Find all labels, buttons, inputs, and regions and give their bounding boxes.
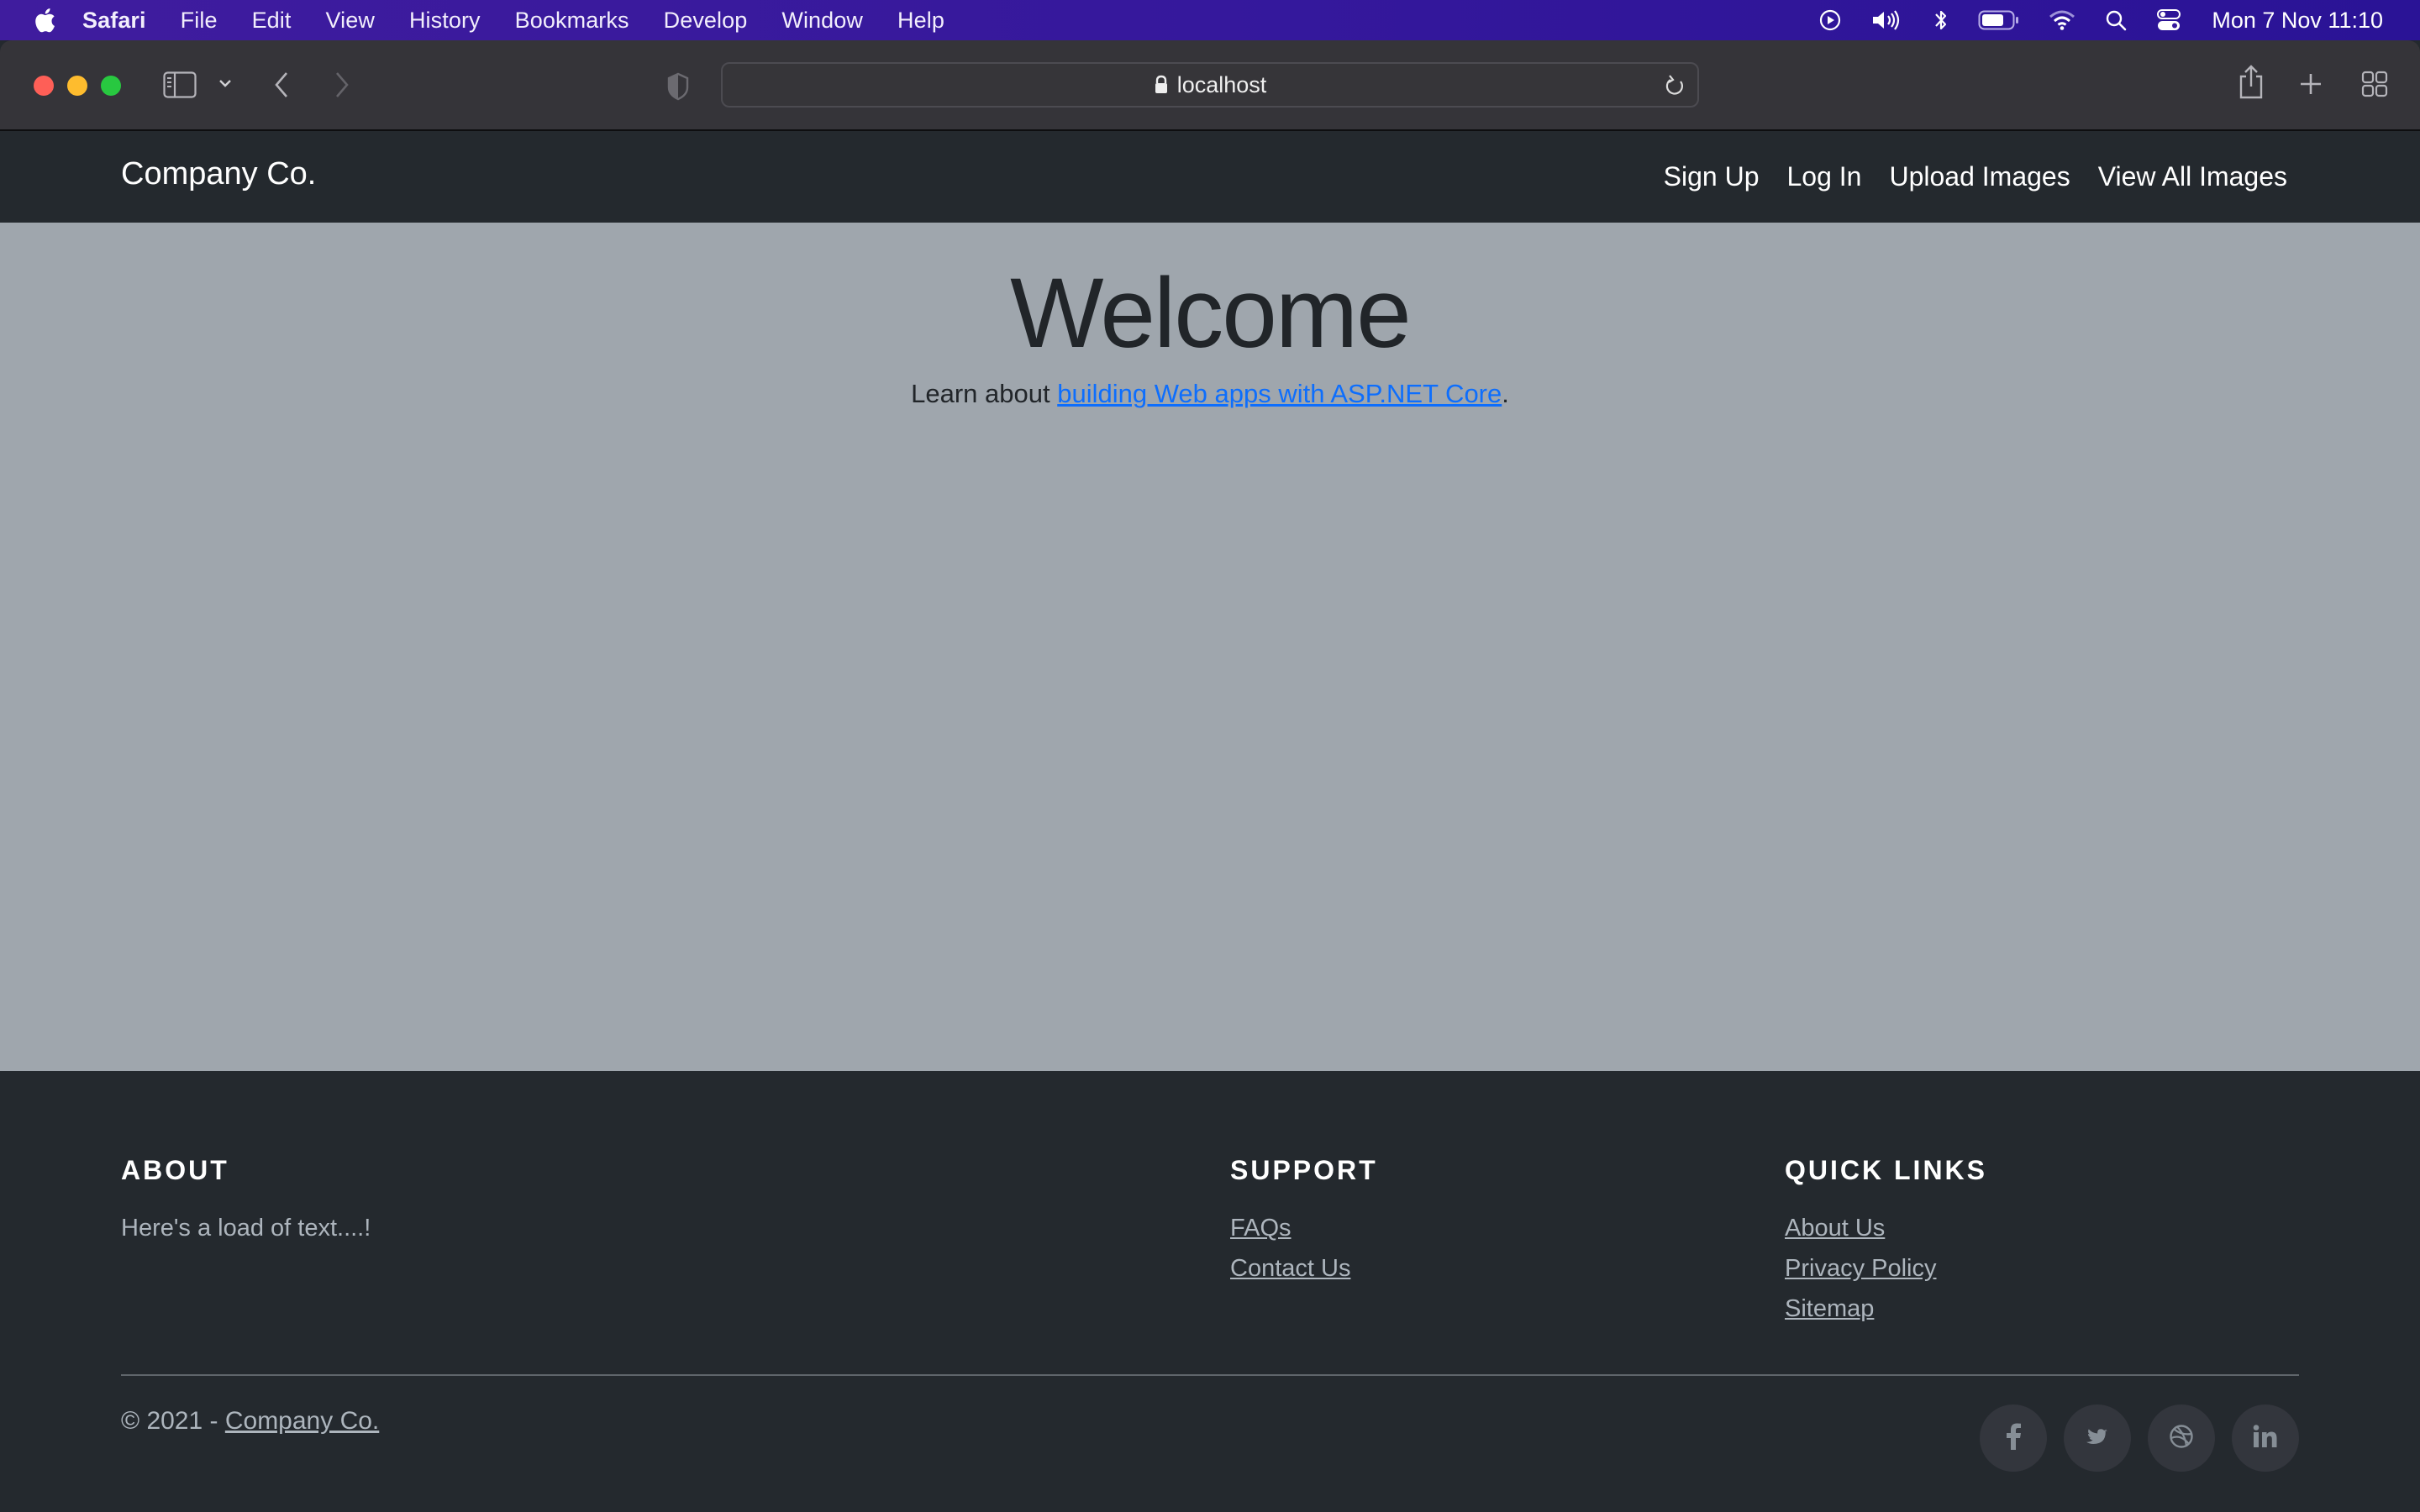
page-title: Welcome xyxy=(1010,258,1412,369)
site-footer: ABOUT Here's a load of text....! SUPPORT… xyxy=(0,1071,2420,1512)
lock-icon xyxy=(1154,75,1169,95)
control-center-icon[interactable] xyxy=(2156,8,2181,32)
nav-sign-up[interactable]: Sign Up xyxy=(1664,161,1760,192)
menu-history[interactable]: History xyxy=(409,8,481,34)
copyright-prefix: © 2021 - xyxy=(121,1407,225,1435)
dribbble-icon xyxy=(2169,1424,2194,1453)
aspnet-docs-link[interactable]: building Web apps with ASP.NET Core xyxy=(1057,379,1502,408)
footer-quick-links-section: QUICK LINKS About Us Privacy Policy Site… xyxy=(1785,1155,1987,1329)
learn-suffix: . xyxy=(1502,379,1509,408)
tab-overview-icon[interactable] xyxy=(2361,71,2388,97)
new-tab-plus-icon[interactable] xyxy=(2299,72,2323,96)
share-icon[interactable] xyxy=(2238,64,2265,99)
menu-edit[interactable]: Edit xyxy=(252,8,292,34)
wifi-icon[interactable] xyxy=(2049,9,2075,31)
footer-about-text: Here's a load of text....! xyxy=(121,1215,371,1242)
menu-develop[interactable]: Develop xyxy=(664,8,748,34)
apple-menu-icon[interactable] xyxy=(32,6,57,34)
twitter-button[interactable] xyxy=(2064,1404,2131,1472)
battery-icon[interactable] xyxy=(1978,9,2020,31)
now-playing-icon[interactable] xyxy=(1818,8,1842,32)
forward-arrow-icon[interactable] xyxy=(333,71,351,99)
url-text[interactable]: localhost xyxy=(1177,72,1267,98)
volume-icon[interactable] xyxy=(1870,8,1904,32)
minimize-window-button[interactable] xyxy=(67,76,87,96)
sidebar-toggle-icon[interactable] xyxy=(163,71,197,98)
menu-help[interactable]: Help xyxy=(897,8,944,34)
nav-log-in[interactable]: Log In xyxy=(1787,161,1862,192)
main-content: Welcome Learn about building Web apps wi… xyxy=(0,223,2420,1071)
reload-icon[interactable] xyxy=(1664,74,1686,103)
fullscreen-window-button[interactable] xyxy=(101,76,121,96)
footer-divider xyxy=(121,1374,2299,1376)
social-links xyxy=(1963,1404,2299,1472)
menu-file[interactable]: File xyxy=(181,8,218,34)
brand-logo-link[interactable]: Company Co. xyxy=(121,156,316,192)
close-window-button[interactable] xyxy=(34,76,54,96)
footer-link-faqs[interactable]: FAQs xyxy=(1230,1208,1378,1248)
address-bar[interactable]: localhost xyxy=(721,62,1699,108)
facebook-icon xyxy=(2005,1423,2022,1454)
footer-quick-links-heading: QUICK LINKS xyxy=(1785,1155,1987,1185)
browser-toolbar: localhost xyxy=(0,40,2420,131)
menu-bar-clock[interactable]: Mon 7 Nov 11:10 xyxy=(2212,8,2383,34)
linkedin-icon xyxy=(2253,1424,2278,1452)
footer-support-section: SUPPORT FAQs Contact Us xyxy=(1230,1155,1378,1289)
footer-link-contact-us[interactable]: Contact Us xyxy=(1230,1248,1378,1289)
sidebar-menu-chevron-down-icon[interactable] xyxy=(218,77,233,89)
footer-link-about-us[interactable]: About Us xyxy=(1785,1208,1987,1248)
copyright: © 2021 - Company Co. xyxy=(121,1407,379,1436)
learn-prefix: Learn about xyxy=(911,379,1058,408)
footer-link-sitemap[interactable]: Sitemap xyxy=(1785,1289,1987,1329)
footer-link-privacy-policy[interactable]: Privacy Policy xyxy=(1785,1248,1987,1289)
back-arrow-icon[interactable] xyxy=(272,71,291,99)
spotlight-search-icon[interactable] xyxy=(2104,8,2128,32)
menu-view[interactable]: View xyxy=(326,8,375,34)
menu-window[interactable]: Window xyxy=(781,8,863,34)
nav-view-all-images[interactable]: View All Images xyxy=(2098,161,2287,192)
twitter-icon xyxy=(2085,1425,2110,1452)
nav-links: Sign Up Log In Upload Images View All Im… xyxy=(1636,161,2287,192)
footer-about-heading: ABOUT xyxy=(121,1155,229,1185)
linkedin-button[interactable] xyxy=(2232,1404,2299,1472)
menu-safari[interactable]: Safari xyxy=(82,8,146,34)
bluetooth-icon[interactable] xyxy=(1933,8,1949,33)
macos-menu-bar: Safari File Edit View History Bookmarks … xyxy=(0,0,2420,40)
dribbble-button[interactable] xyxy=(2148,1404,2215,1472)
footer-support-heading: SUPPORT xyxy=(1230,1155,1378,1185)
site-navbar: Company Co. Sign Up Log In Upload Images… xyxy=(0,131,2420,223)
footer-about-section: ABOUT Here's a load of text....! xyxy=(121,1155,371,1248)
copyright-company-link[interactable]: Company Co. xyxy=(225,1407,379,1435)
privacy-shield-icon[interactable] xyxy=(667,72,689,101)
menu-bookmarks[interactable]: Bookmarks xyxy=(515,8,629,34)
facebook-button[interactable] xyxy=(1980,1404,2047,1472)
nav-upload-images[interactable]: Upload Images xyxy=(1889,161,2070,192)
learn-paragraph: Learn about building Web apps with ASP.N… xyxy=(0,379,2420,409)
